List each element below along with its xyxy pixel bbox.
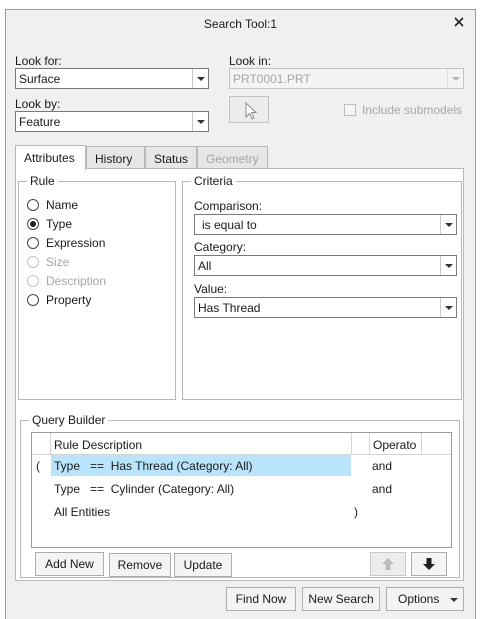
- include-submodels-label: Include submodels: [362, 103, 463, 117]
- rule-group: Rule Name Type Expression Size Descripti…: [18, 174, 176, 400]
- rule-property-label: Property: [46, 293, 92, 307]
- chevron-down-icon: [440, 215, 456, 234]
- chevron-down-icon: [447, 69, 463, 88]
- category-label: Category:: [194, 240, 247, 254]
- move-up-button[interactable]: [370, 552, 406, 576]
- row-description: Type == Cylinder (Category: All): [54, 482, 235, 496]
- arrow-down-icon: [423, 558, 435, 570]
- tab-geometry: Geometry: [197, 146, 268, 169]
- title-bar[interactable]: Search Tool:1: [6, 10, 475, 36]
- search-tool-dialog: Search Tool:1 Look for: Surface Look in:…: [5, 9, 476, 619]
- look-for-value: Surface: [19, 72, 61, 86]
- cursor-arrow-icon: [245, 101, 258, 120]
- chevron-down-icon: [192, 112, 208, 131]
- chevron-down-icon: [440, 298, 456, 317]
- new-search-button[interactable]: New Search: [302, 587, 380, 611]
- comparison-select[interactable]: is equal to: [194, 214, 457, 235]
- chevron-down-icon: [192, 69, 208, 88]
- rule-type-radio[interactable]: [27, 218, 39, 230]
- move-down-button[interactable]: [411, 552, 447, 576]
- query-builder-title: Query Builder: [29, 413, 109, 427]
- row-description: Type == Has Thread (Category: All): [54, 459, 253, 473]
- attributes-panel: Rule Name Type Expression Size Descripti…: [15, 168, 464, 581]
- rule-description-radio: [27, 275, 39, 287]
- criteria-group-title: Criteria: [191, 174, 236, 188]
- rule-group-title: Rule: [27, 174, 58, 188]
- look-in-select[interactable]: PRT0001.PRT: [229, 68, 464, 89]
- chevron-down-icon: [450, 598, 458, 602]
- close-icon[interactable]: [452, 15, 466, 29]
- rule-size-radio: [27, 256, 39, 268]
- row-operator: and: [372, 459, 393, 473]
- comparison-label: Comparison:: [194, 199, 263, 213]
- include-submodels-checkbox[interactable]: [344, 104, 356, 116]
- look-by-value: Feature: [19, 115, 61, 129]
- category-select[interactable]: All: [194, 255, 457, 276]
- rule-description-label: Description: [46, 274, 107, 288]
- category-value: All: [198, 259, 212, 273]
- rule-expression-radio[interactable]: [27, 237, 39, 249]
- value-value: Has Thread: [198, 301, 261, 315]
- find-now-button[interactable]: Find Now: [226, 587, 296, 611]
- look-by-label: Look by:: [15, 97, 61, 111]
- row-close-paren: ): [354, 505, 358, 519]
- arrow-up-icon: [382, 558, 394, 570]
- row-operator: and: [372, 482, 393, 496]
- options-button[interactable]: Options: [386, 587, 464, 611]
- update-button[interactable]: Update: [174, 553, 232, 577]
- options-label: Options: [398, 592, 440, 606]
- query-table-header: Rule Description Operato: [32, 433, 451, 455]
- tab-attributes[interactable]: Attributes: [15, 145, 86, 170]
- tab-history[interactable]: History: [86, 146, 145, 169]
- column-operator[interactable]: Operato: [373, 438, 416, 452]
- look-for-label: Look for:: [15, 54, 62, 68]
- look-for-select[interactable]: Surface: [15, 68, 209, 89]
- column-rule-description[interactable]: Rule Description: [54, 438, 142, 452]
- value-label: Value:: [194, 282, 228, 296]
- row-description: All Entities: [54, 505, 111, 519]
- rule-expression-label: Expression: [46, 236, 106, 250]
- remove-button[interactable]: Remove: [109, 553, 171, 577]
- rule-property-radio[interactable]: [27, 294, 39, 306]
- criteria-group: Criteria Comparison: is equal to Categor…: [182, 174, 462, 400]
- tab-status[interactable]: Status: [145, 146, 197, 169]
- comparison-value: is equal to: [202, 218, 257, 232]
- row-open-paren: (: [36, 459, 40, 473]
- add-new-button[interactable]: Add New: [35, 552, 104, 576]
- rule-name-label: Name: [46, 198, 79, 212]
- query-builder-group: Query Builder Rule Description Operato (…: [20, 413, 460, 578]
- query-table[interactable]: Rule Description Operato ( Type == Has T…: [31, 432, 452, 548]
- rule-size-label: Size: [46, 255, 70, 269]
- value-select[interactable]: Has Thread: [194, 297, 457, 318]
- look-in-value: PRT0001.PRT: [233, 72, 311, 86]
- look-in-label: Look in:: [229, 54, 272, 68]
- window-title: Search Tool:1: [203, 17, 278, 31]
- rule-name-radio[interactable]: [27, 199, 39, 211]
- chevron-down-icon: [440, 256, 456, 275]
- rule-type-label: Type: [46, 217, 73, 231]
- look-by-select[interactable]: Feature: [15, 111, 209, 132]
- select-in-graphics-button[interactable]: [229, 96, 269, 123]
